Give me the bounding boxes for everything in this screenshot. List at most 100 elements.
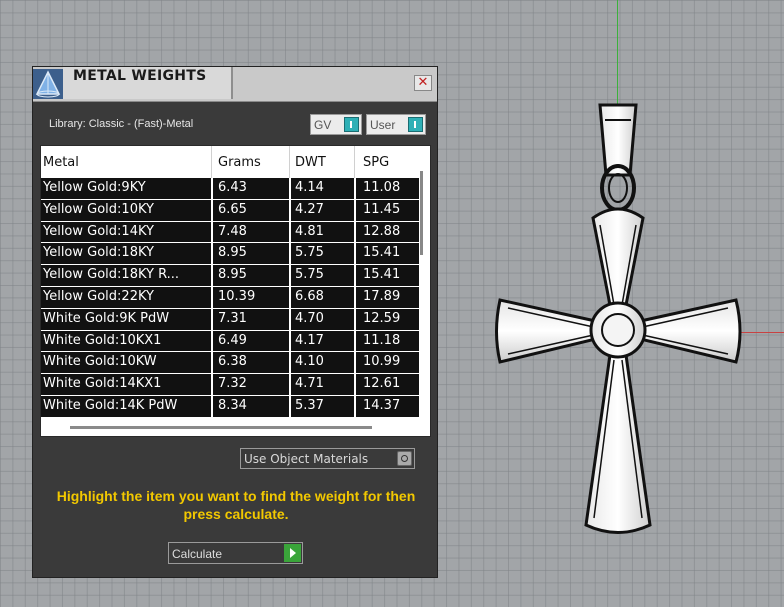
cell-spg: 11.45 bbox=[363, 201, 401, 217]
cell-divider bbox=[289, 221, 291, 243]
cell-divider bbox=[211, 374, 213, 395]
cell-dwt: 4.81 bbox=[295, 223, 324, 239]
user-toggle[interactable]: User bbox=[366, 114, 426, 135]
cell-divider bbox=[354, 374, 356, 395]
cell-divider bbox=[354, 199, 356, 221]
library-label: Library: Classic - (Fast)-Metal bbox=[49, 118, 194, 130]
cell-grams: 6.65 bbox=[218, 201, 247, 217]
gv-toggle[interactable]: GV bbox=[310, 114, 362, 135]
close-icon[interactable]: ✕ bbox=[414, 75, 432, 91]
cell-dwt: 4.17 bbox=[295, 332, 324, 348]
toggle-knob-icon bbox=[408, 117, 423, 132]
cell-dwt: 6.68 bbox=[295, 288, 324, 304]
cell-divider bbox=[211, 265, 213, 286]
cell-dwt: 4.70 bbox=[295, 310, 324, 326]
table-row[interactable]: White Gold:14KX1 7.32 4.71 12.61 bbox=[41, 374, 419, 396]
cell-metal: Yellow Gold:18KY bbox=[43, 245, 154, 261]
cell-metal: Yellow Gold:9KY bbox=[43, 180, 146, 195]
cell-divider bbox=[354, 308, 356, 330]
cell-dwt: 4.71 bbox=[295, 376, 324, 392]
cell-grams: 10.39 bbox=[218, 288, 256, 304]
cell-divider bbox=[289, 178, 291, 199]
metal-weights-panel: METAL WEIGHTS ✕ Library: Classic - (Fast… bbox=[32, 66, 438, 578]
table-row[interactable]: Yellow Gold:10KY 6.65 4.27 11.45 bbox=[41, 199, 419, 222]
cell-divider bbox=[354, 330, 356, 352]
cell-grams: 6.38 bbox=[218, 354, 247, 370]
cell-divider bbox=[354, 395, 356, 417]
cell-grams: 8.95 bbox=[218, 267, 247, 283]
cell-dwt: 4.10 bbox=[295, 354, 324, 370]
play-icon[interactable] bbox=[284, 544, 301, 562]
cell-grams: 6.49 bbox=[218, 332, 247, 348]
cell-dwt: 5.37 bbox=[295, 397, 324, 413]
metal-list[interactable]: Metal Grams DWT SPG Yellow Gold:9KY 6.43 4… bbox=[40, 145, 431, 437]
panel-title: METAL WEIGHTS bbox=[73, 68, 207, 84]
cell-grams: 7.32 bbox=[218, 376, 247, 392]
cell-spg: 12.61 bbox=[363, 376, 401, 392]
cell-divider bbox=[289, 243, 291, 265]
cell-divider bbox=[289, 308, 291, 330]
cell-divider bbox=[211, 286, 213, 308]
cell-divider bbox=[354, 243, 356, 265]
cell-divider bbox=[354, 352, 356, 374]
table-row[interactable]: Yellow Gold:22KY 10.39 6.68 17.89 bbox=[41, 286, 419, 309]
cell-metal: White Gold:10KX1 bbox=[43, 332, 162, 348]
table-row[interactable]: White Gold:10KW 6.38 4.10 10.99 bbox=[41, 352, 419, 375]
horizontal-scrollbar[interactable] bbox=[70, 426, 372, 429]
column-header-dwt[interactable]: DWT bbox=[295, 155, 326, 170]
column-divider[interactable] bbox=[211, 146, 212, 178]
table-row[interactable]: White Gold:14K PdW 8.34 5.37 14.37 bbox=[41, 395, 419, 418]
cell-divider bbox=[211, 352, 213, 374]
cell-divider bbox=[354, 221, 356, 243]
cell-spg: 14.37 bbox=[363, 397, 401, 413]
cell-metal: Yellow Gold:10KY bbox=[43, 201, 154, 217]
cell-divider bbox=[289, 265, 291, 286]
table-row[interactable]: White Gold:10KX1 6.49 4.17 11.18 bbox=[41, 330, 419, 353]
cell-spg: 17.89 bbox=[363, 288, 401, 304]
cell-spg: 10.99 bbox=[363, 354, 401, 370]
cell-grams: 8.95 bbox=[218, 245, 247, 261]
column-header-spg[interactable]: SPG bbox=[363, 155, 389, 170]
cell-divider bbox=[211, 395, 213, 417]
cell-divider bbox=[211, 243, 213, 265]
cell-metal: Yellow Gold:22KY bbox=[43, 288, 154, 304]
vertical-scrollbar[interactable] bbox=[420, 171, 423, 255]
panel-titlebar[interactable]: METAL WEIGHTS ✕ bbox=[33, 67, 437, 102]
cell-divider bbox=[289, 352, 291, 374]
cell-spg: 11.08 bbox=[363, 180, 401, 195]
cell-divider bbox=[211, 199, 213, 221]
list-header: Metal Grams DWT SPG bbox=[41, 146, 421, 178]
cell-divider bbox=[211, 221, 213, 243]
cell-divider bbox=[354, 286, 356, 308]
cell-metal: Yellow Gold:14KY bbox=[43, 223, 154, 239]
table-row[interactable]: Yellow Gold:18KY R... 8.95 5.75 15.41 bbox=[41, 265, 419, 287]
cell-grams: 8.34 bbox=[218, 397, 247, 413]
column-header-metal[interactable]: Metal bbox=[43, 155, 79, 170]
cell-divider bbox=[289, 330, 291, 352]
cell-divider bbox=[211, 330, 213, 352]
calculate-button[interactable]: Calculate bbox=[168, 542, 303, 564]
cell-grams: 7.48 bbox=[218, 223, 247, 239]
table-row[interactable]: Yellow Gold:9KY 6.43 4.14 11.08 bbox=[41, 178, 419, 200]
y-axis-line bbox=[617, 0, 618, 108]
cell-grams: 7.31 bbox=[218, 310, 247, 326]
cell-divider bbox=[289, 374, 291, 395]
cell-dwt: 5.75 bbox=[295, 267, 324, 283]
table-row[interactable]: Yellow Gold:14KY 7.48 4.81 12.88 bbox=[41, 221, 419, 244]
cell-dwt: 4.27 bbox=[295, 201, 324, 217]
cell-metal: White Gold:14K PdW bbox=[43, 397, 178, 413]
cell-spg: 15.41 bbox=[363, 245, 401, 261]
cell-spg: 12.59 bbox=[363, 310, 401, 326]
cell-divider bbox=[354, 265, 356, 286]
list-rows: Yellow Gold:9KY 6.43 4.14 11.08 Yellow Gold:… bbox=[41, 178, 419, 418]
app-logo-icon bbox=[33, 69, 63, 99]
cross-pendant-model[interactable] bbox=[490, 100, 750, 545]
cell-metal: Yellow Gold:18KY R... bbox=[43, 267, 180, 283]
table-row[interactable]: Yellow Gold:18KY 8.95 5.75 15.41 bbox=[41, 243, 419, 266]
cell-metal: White Gold:10KW bbox=[43, 354, 157, 370]
column-divider[interactable] bbox=[289, 146, 290, 178]
use-object-materials-toggle[interactable]: Use Object Materials bbox=[240, 448, 415, 469]
column-divider[interactable] bbox=[354, 146, 355, 178]
column-header-grams[interactable]: Grams bbox=[218, 155, 261, 170]
table-row[interactable]: White Gold:9K PdW 7.31 4.70 12.59 bbox=[41, 308, 419, 331]
